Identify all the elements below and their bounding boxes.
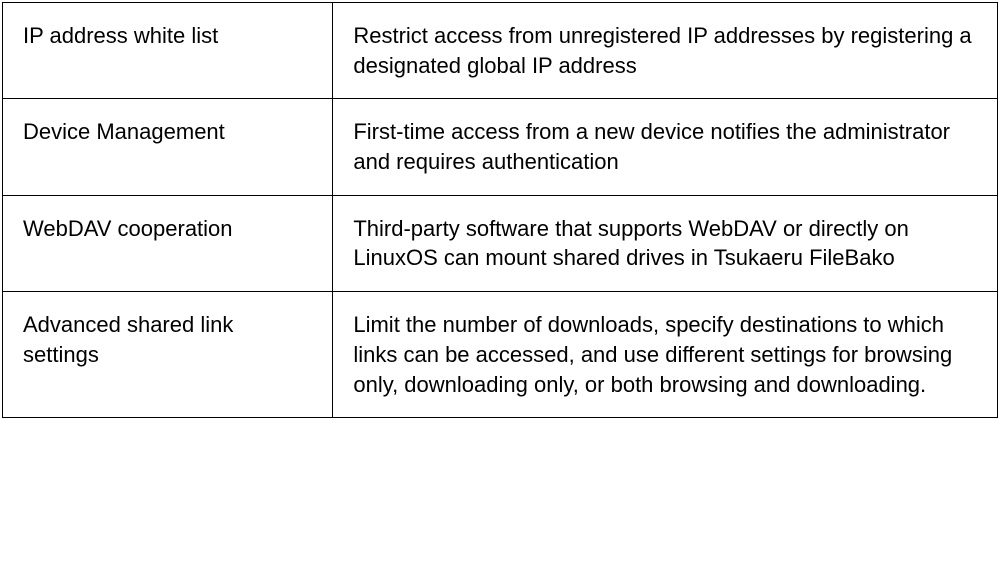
feature-description-cell: Third-party software that supports WebDA… [333, 195, 998, 291]
table-row: Advanced shared link settings Limit the … [3, 292, 998, 418]
table-row: WebDAV cooperation Third-party software … [3, 195, 998, 291]
feature-name-cell: Advanced shared link settings [3, 292, 333, 418]
feature-name-cell: Device Management [3, 99, 333, 195]
feature-description-cell: Limit the number of downloads, specify d… [333, 292, 998, 418]
features-table-container: IP address white list Restrict access fr… [0, 0, 1000, 420]
feature-description-cell: First-time access from a new device noti… [333, 99, 998, 195]
features-table: IP address white list Restrict access fr… [2, 2, 998, 418]
feature-name-cell: IP address white list [3, 3, 333, 99]
table-row: IP address white list Restrict access fr… [3, 3, 998, 99]
feature-name-cell: WebDAV cooperation [3, 195, 333, 291]
table-row: Device Management First-time access from… [3, 99, 998, 195]
feature-description-cell: Restrict access from unregistered IP add… [333, 3, 998, 99]
